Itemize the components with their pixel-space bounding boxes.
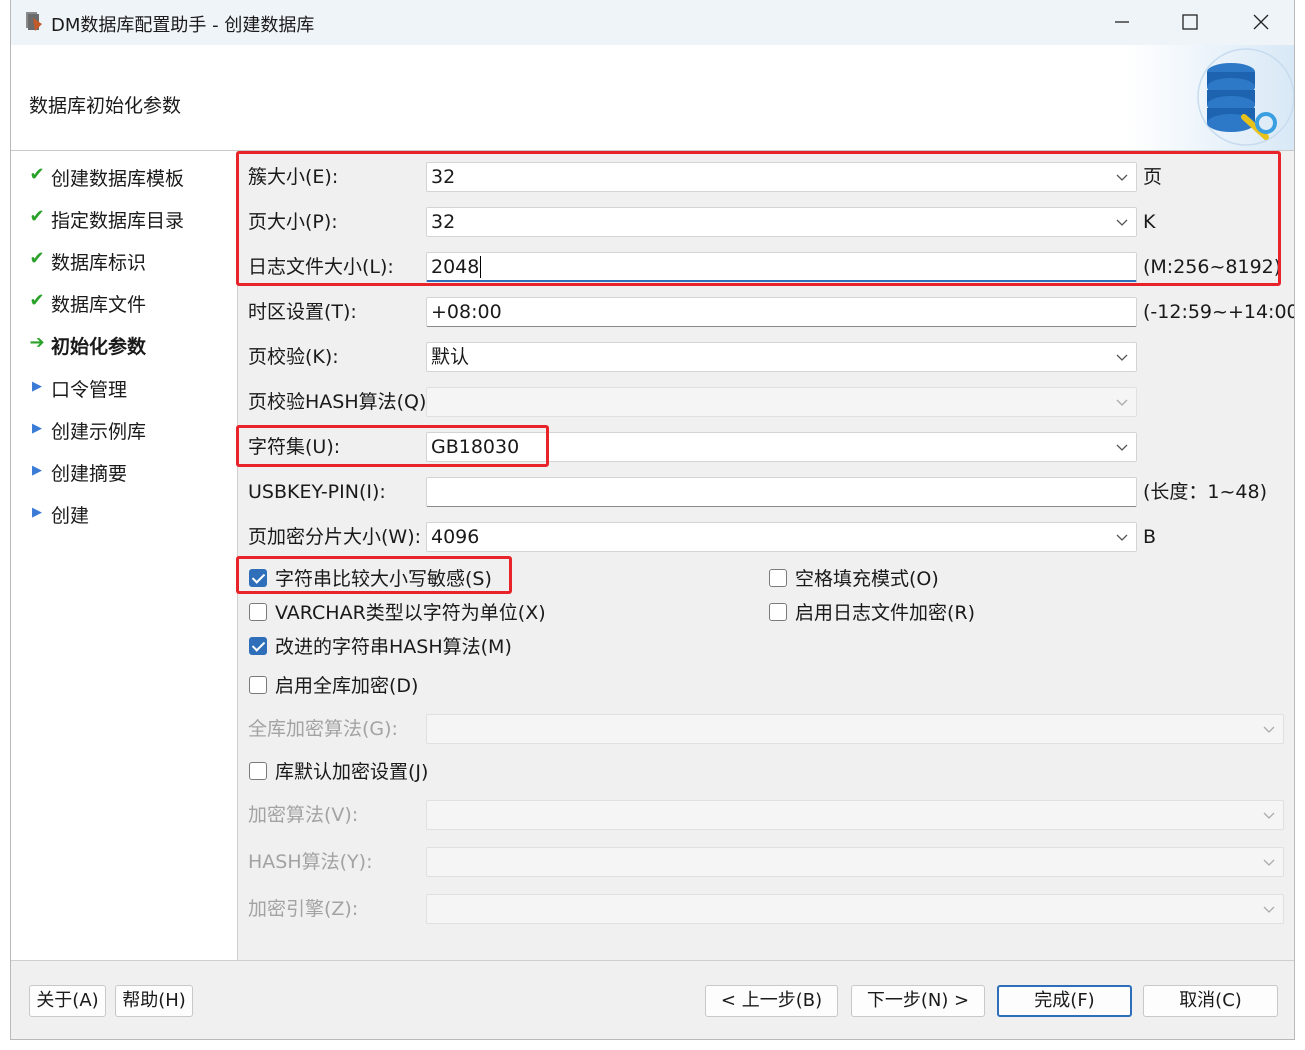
- wizard-steps-sidebar: ✔ 创建数据库模板 ✔ 指定数据库目录 ✔ 数据库标识 ✔ 数据库文件 ➔ 初始…: [11, 151, 238, 961]
- step-create[interactable]: ▶ 创建: [11, 498, 237, 530]
- time-zone-range: (-12:59~+14:00): [1143, 301, 1295, 323]
- check-icon: ✔: [29, 164, 45, 185]
- full-enc-algo-select[interactable]: [426, 714, 1284, 744]
- minimize-button[interactable]: [1086, 0, 1156, 45]
- chevron-down-icon: [1116, 399, 1128, 406]
- help-button[interactable]: 帮助(H): [115, 985, 193, 1017]
- step-label: 创建示例库: [51, 421, 147, 443]
- step-label: 创建: [51, 505, 90, 527]
- usbkey-pin-input[interactable]: [426, 477, 1137, 507]
- checkbox-unchecked-icon: [249, 603, 267, 621]
- cancel-button[interactable]: 取消(C): [1143, 985, 1278, 1017]
- step-init-params[interactable]: ➔ 初始化参数: [11, 329, 237, 361]
- triangle-right-icon: ▶: [32, 505, 42, 520]
- prev-button[interactable]: < 上一步(B): [705, 985, 838, 1017]
- step-label: 创建摘要: [51, 463, 128, 485]
- page-title: 数据库初始化参数: [29, 95, 182, 117]
- page-check-hash-select[interactable]: [426, 387, 1137, 417]
- checkbox-unchecked-icon: [249, 676, 267, 694]
- window-title: DM数据库配置助手 - 创建数据库: [51, 15, 315, 36]
- chevron-down-icon: [1116, 354, 1128, 361]
- step-create-template[interactable]: ✔ 创建数据库模板: [11, 161, 237, 193]
- page-check-select[interactable]: 默认: [426, 342, 1137, 372]
- triangle-right-icon: ▶: [32, 463, 42, 478]
- time-zone-input[interactable]: +08:00: [426, 297, 1137, 327]
- app-icon: [24, 10, 44, 37]
- enc-engine-select[interactable]: [426, 894, 1284, 924]
- wizard-header: 数据库初始化参数: [11, 45, 1294, 151]
- check-icon: ✔: [29, 206, 45, 227]
- step-database-identity[interactable]: ✔ 数据库标识: [11, 245, 237, 277]
- maximize-button[interactable]: [1156, 0, 1226, 45]
- step-database-directory[interactable]: ✔ 指定数据库目录: [11, 203, 237, 235]
- dialog-window: DM数据库配置助手 - 创建数据库 数据库初始化参数 ✔ 创建数据库模板 ✔ 指…: [10, 0, 1295, 1040]
- checkbox-label: VARCHAR类型以字符为单位(X): [275, 602, 546, 624]
- step-label: 创建数据库模板: [51, 168, 185, 190]
- hash-algo-select[interactable]: [426, 847, 1284, 877]
- chevron-down-icon: [1263, 906, 1275, 913]
- triangle-right-icon: ▶: [32, 379, 42, 394]
- step-summary[interactable]: ▶ 创建摘要: [11, 456, 237, 488]
- chevron-down-icon: [1116, 534, 1128, 541]
- next-button[interactable]: 下一步(N) >: [851, 985, 985, 1017]
- usbkey-pin-label: USBKEY-PIN(I):: [248, 481, 386, 503]
- page-enc-slice-select[interactable]: 4096: [426, 522, 1137, 552]
- close-icon: [1253, 14, 1269, 30]
- enc-algo-label: 加密算法(V):: [248, 804, 359, 826]
- select-value: 默认: [431, 346, 470, 368]
- triangle-right-icon: ▶: [32, 421, 42, 436]
- checkbox-label: 库默认加密设置(J): [275, 761, 429, 783]
- checkbox-unchecked-icon: [769, 569, 787, 587]
- arrow-right-icon: ➔: [29, 332, 45, 353]
- title-bar: DM数据库配置助手 - 创建数据库: [11, 0, 1294, 45]
- checkbox-unchecked-icon: [249, 762, 267, 780]
- checkbox-unchecked-icon: [769, 603, 787, 621]
- enc-engine-label: 加密引擎(Z):: [248, 898, 359, 920]
- database-settings-icon: [1126, 45, 1294, 150]
- checkbox-label: 启用全库加密(D): [275, 675, 419, 697]
- full-enc-algo-label: 全库加密算法(G):: [248, 718, 398, 740]
- step-label: 数据库标识: [51, 252, 147, 274]
- input-value: +08:00: [431, 301, 502, 323]
- checkbox-label: 启用日志文件加密(R): [795, 602, 976, 624]
- step-sample-db[interactable]: ▶ 创建示例库: [11, 414, 237, 446]
- page-enc-slice-unit: B: [1143, 526, 1157, 548]
- page-check-hash-label: 页校验HASH算法(Q):: [248, 391, 433, 413]
- chevron-down-icon: [1263, 859, 1275, 866]
- step-label: 初始化参数: [51, 336, 147, 358]
- minimize-icon: [1115, 21, 1129, 23]
- time-zone-label: 时区设置(T):: [248, 301, 357, 323]
- page-enc-slice-label: 页加密分片大小(W):: [248, 526, 422, 548]
- chevron-down-icon: [1263, 812, 1275, 819]
- step-label: 指定数据库目录: [51, 210, 185, 232]
- step-label: 数据库文件: [51, 294, 147, 316]
- page-check-label: 页校验(K):: [248, 346, 339, 368]
- highlight-size-params: [236, 151, 1281, 286]
- hash-algo-label: HASH算法(Y):: [248, 851, 373, 873]
- highlight-charset: [236, 425, 549, 467]
- footer-divider: [11, 960, 1294, 961]
- finish-button[interactable]: 完成(F): [997, 985, 1132, 1017]
- checkbox-label: 空格填充模式(O): [795, 568, 939, 590]
- check-icon: ✔: [29, 248, 45, 269]
- step-database-files[interactable]: ✔ 数据库文件: [11, 287, 237, 319]
- chevron-down-icon: [1263, 726, 1275, 733]
- usbkey-pin-length: (长度：1~48): [1143, 481, 1268, 503]
- about-button[interactable]: 关于(A): [29, 985, 106, 1017]
- checkbox-checked-icon: [249, 637, 267, 655]
- enc-algo-select[interactable]: [426, 800, 1284, 830]
- highlight-case-sensitive: [236, 556, 512, 594]
- step-label: 口令管理: [51, 379, 128, 401]
- chevron-down-icon: [1116, 444, 1128, 451]
- checkbox-label: 改进的字符串HASH算法(M): [275, 636, 512, 658]
- maximize-icon: [1182, 14, 1198, 30]
- close-button[interactable]: [1226, 0, 1294, 45]
- step-password[interactable]: ▶ 口令管理: [11, 372, 237, 404]
- check-icon: ✔: [29, 290, 45, 311]
- select-value: 4096: [431, 526, 480, 548]
